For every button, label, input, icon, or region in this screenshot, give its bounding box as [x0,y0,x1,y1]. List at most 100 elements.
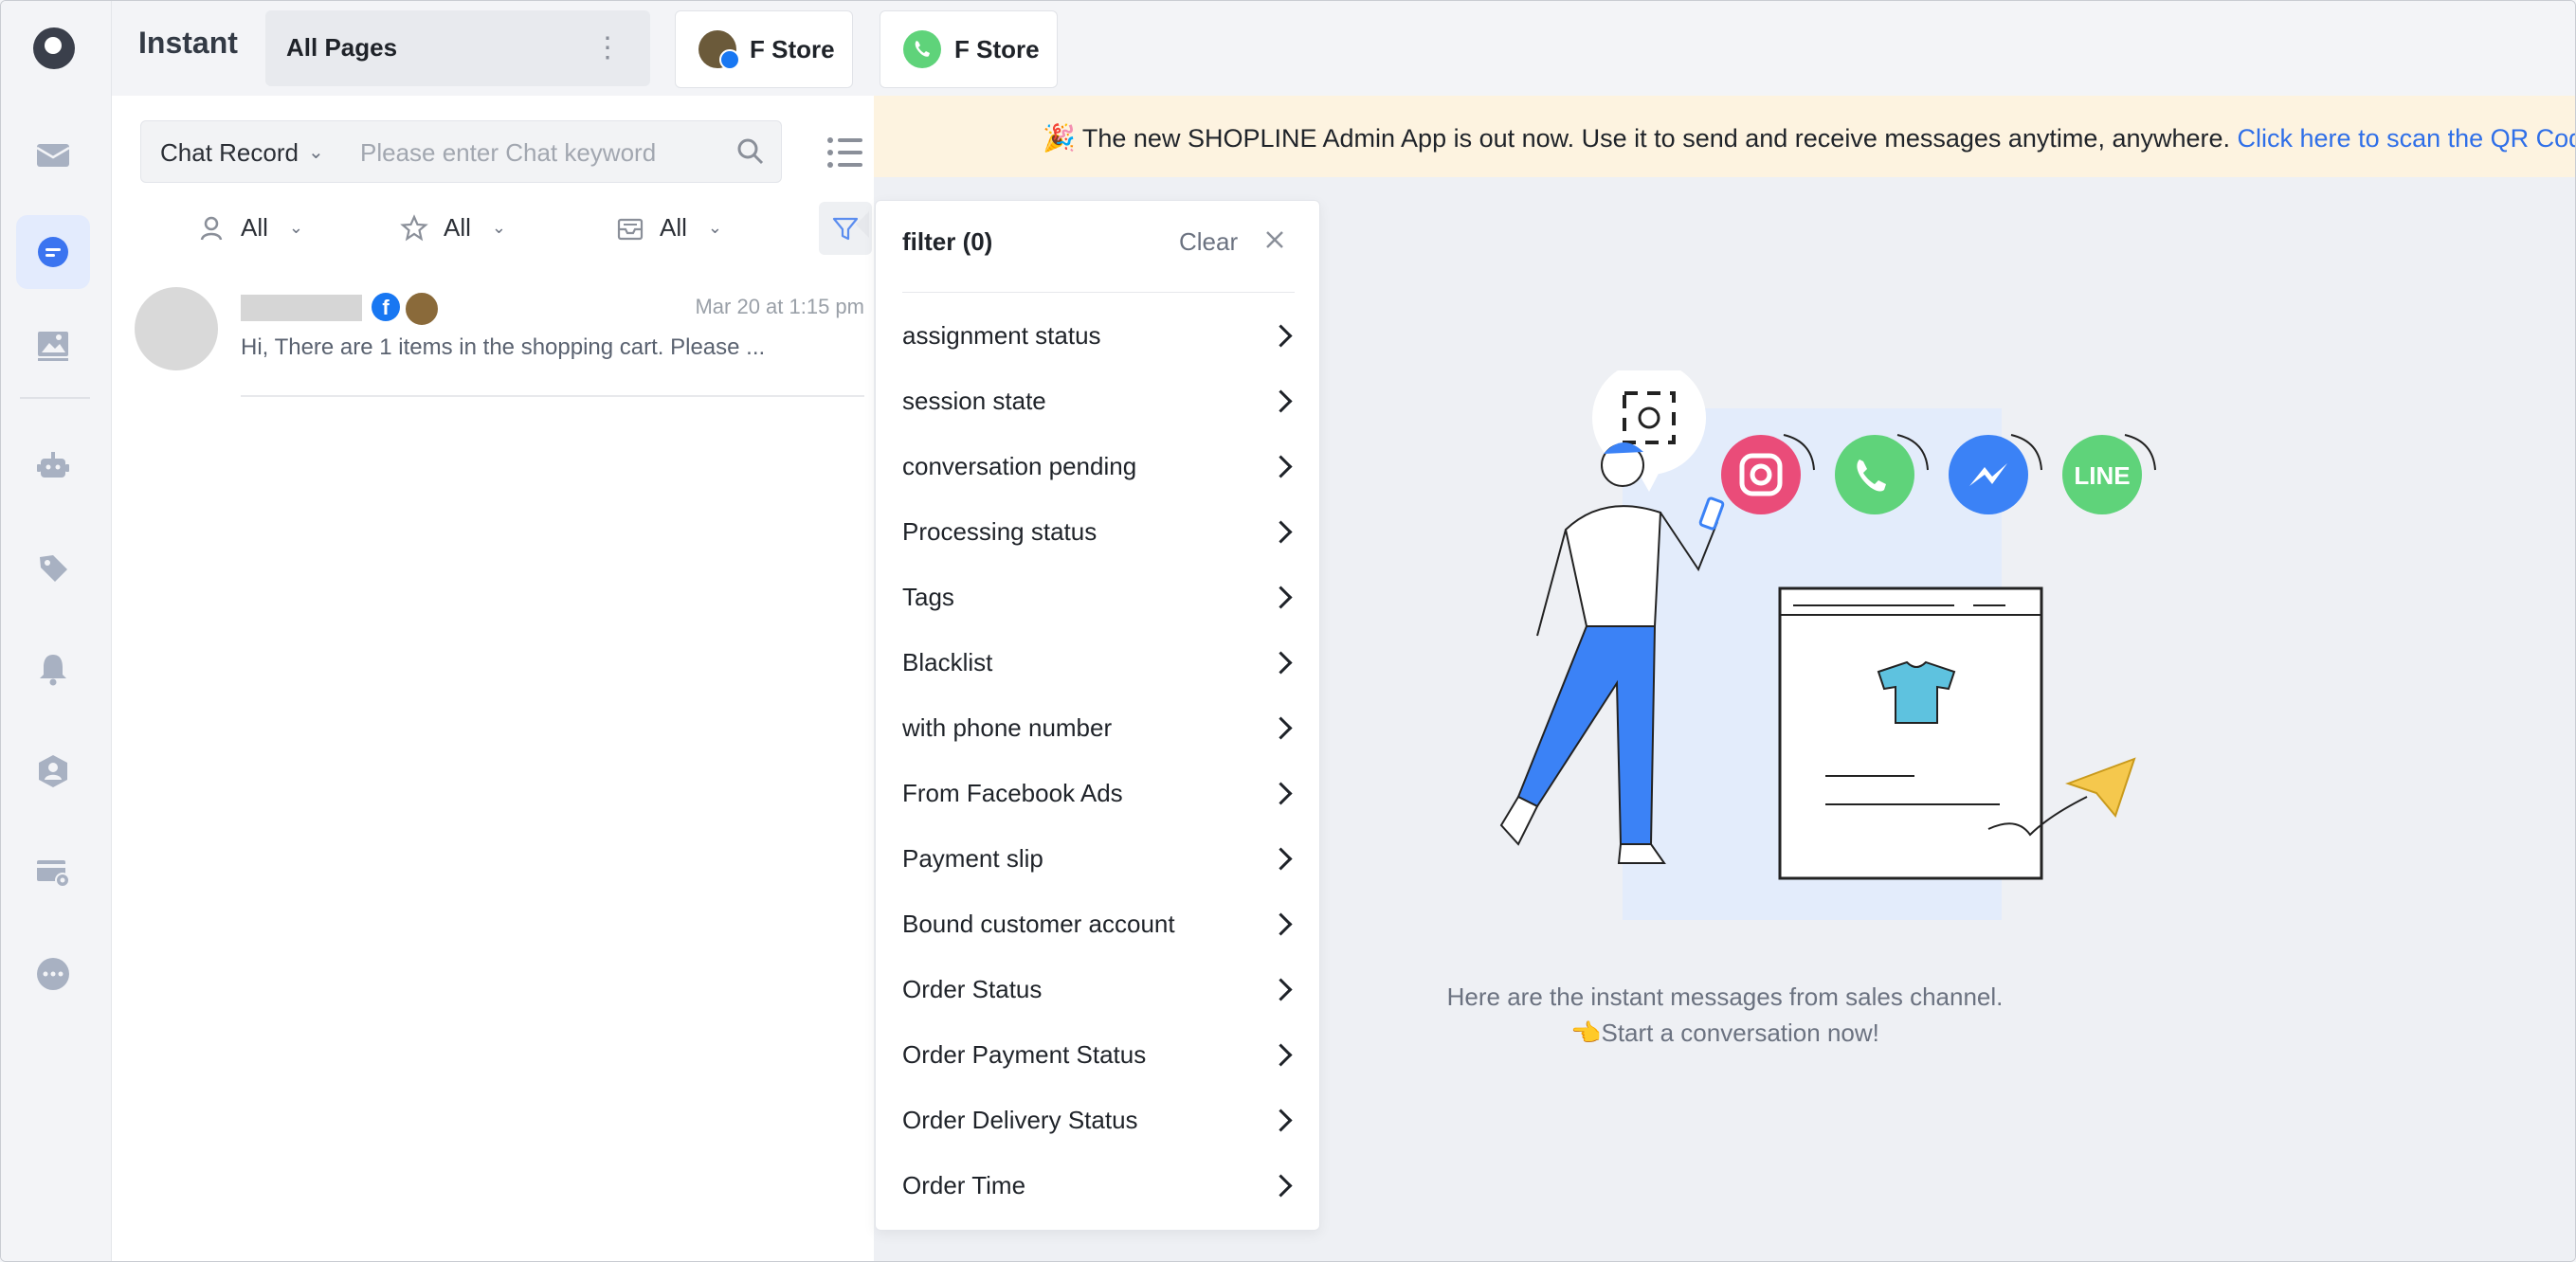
filter-item-conversation-pending[interactable]: conversation pending [902,438,1295,495]
app-logo[interactable] [33,27,75,69]
robot-icon [37,452,69,478]
line-badge: LINE [2074,461,2130,490]
sidebar-item-inbox[interactable] [16,118,90,192]
sidebar-divider [20,397,90,399]
chevron-right-icon [1269,454,1293,478]
party-popper-icon: 🎉 [1043,123,1076,153]
filter-item-order-delivery-status[interactable]: Order Delivery Status [902,1091,1295,1148]
record-type-label: Chat Record [160,138,299,167]
sidebar-item-more[interactable] [16,937,90,1011]
list-view-icon[interactable] [826,135,864,170]
store-avatar-icon [404,291,440,327]
star-filter-label: All [444,213,471,242]
image-icon [38,332,68,361]
chevron-right-icon [1269,650,1293,675]
store-tab-label: F Store [954,34,1040,63]
search-row: Chat Record ⌄ [140,120,870,183]
chevron-right-icon [1269,846,1293,871]
chevron-right-icon [1269,388,1293,413]
banner-text: The new SHOPLINE Admin App is out now. U… [1081,124,2231,153]
empty-state-line2: Start a conversation now! [1601,1019,1879,1047]
sidebar-item-settings[interactable] [16,835,90,909]
mail-icon [36,144,70,167]
chevron-right-icon [1269,911,1293,936]
contact-name-redacted [241,295,362,321]
divider [902,292,1295,293]
qr-code-link[interactable]: Click here to scan the QR Code [2238,124,2575,153]
filter-item-order-status[interactable]: Order Status [902,961,1295,1018]
filter-item-label: session state [902,386,1046,415]
page-select-label: All Pages [286,33,398,62]
filter-item-label: Blacklist [902,647,993,676]
user-icon [200,216,223,240]
filter-item-payment-slip[interactable]: Payment slip [902,830,1295,887]
filter-panel-title: filter (0) [902,227,993,256]
store-tab-facebook[interactable]: F Store [675,10,853,88]
sidebar [1,1,112,1261]
chevron-right-icon [1269,977,1293,1001]
avatar [135,287,218,370]
filter-item-label: From Facebook Ads [902,778,1123,807]
inbox-filter[interactable]: All ⌄ [616,213,722,243]
search-box [339,120,782,183]
sidebar-item-chat[interactable] [16,215,90,289]
bell-icon [40,655,66,686]
card-settings-icon [37,860,70,888]
chevron-down-icon: ⌄ [288,218,303,237]
filter-item-tags[interactable]: Tags [902,568,1295,625]
filter-item-label: conversation pending [902,451,1137,480]
search-input[interactable] [358,133,722,172]
filter-item-label: Tags [902,582,954,611]
filter-item-facebook-ads[interactable]: From Facebook Ads [902,765,1295,821]
sidebar-item-bot[interactable] [16,429,90,503]
page-select[interactable]: All Pages ⋮ [265,10,650,86]
app-title: Instant [138,26,238,60]
filter-item-label: assignment status [902,320,1101,350]
inbox-icon [617,218,644,240]
chevron-right-icon [1269,781,1293,805]
filter-item-order-time[interactable]: Order Time [902,1157,1295,1214]
inbox-filter-label: All [660,213,687,242]
search-icon[interactable] [735,136,766,167]
chevron-down-icon: ⌄ [491,218,506,237]
store-tab-whatsapp[interactable]: F Store [880,10,1058,88]
filter-item-label: Processing status [902,516,1098,546]
sidebar-item-contacts[interactable] [16,734,90,808]
filter-item-assignment-status[interactable]: assignment status [902,307,1295,364]
store-tab-label: F Store [750,34,835,63]
chevron-right-icon [1269,323,1293,348]
chevron-right-icon [1269,1108,1293,1132]
user-shield-icon [39,755,67,787]
filter-item-processing-status[interactable]: Processing status [902,503,1295,560]
star-icon [400,213,428,241]
sidebar-item-notifications[interactable] [16,632,90,706]
chevron-right-icon [1269,519,1293,544]
chevron-right-icon [1269,715,1293,740]
sidebar-item-media[interactable] [16,308,90,382]
chat-list-item[interactable]: f Mar 20 at 1:15 pm Hi, There are 1 item… [135,281,864,397]
filter-item-bound-customer[interactable]: Bound customer account [902,895,1295,952]
star-filter[interactable]: All ⌄ [400,213,506,243]
pointing-hand-icon: 👈 [1570,1019,1602,1047]
chat-time: Mar 20 at 1:15 pm [695,295,864,318]
assignee-filter[interactable]: All ⌄ [197,213,303,243]
chevron-right-icon [1269,1173,1293,1198]
close-icon[interactable] [1262,227,1287,252]
clear-filters-button[interactable]: Clear [1179,227,1238,257]
filter-item-label: Payment slip [902,843,1043,873]
record-type-select[interactable]: Chat Record ⌄ [140,120,341,183]
chevron-right-icon [1269,1042,1293,1067]
divider [241,395,864,397]
filter-item-label: Bound customer account [902,909,1175,938]
filter-item-phone-number[interactable]: with phone number [902,699,1295,756]
filter-item-label: with phone number [902,712,1113,742]
filter-item-blacklist[interactable]: Blacklist [902,634,1295,691]
sidebar-item-tags[interactable] [16,532,90,605]
tag-icon [40,555,67,582]
filter-item-session-state[interactable]: session state [902,372,1295,429]
popover-notch [856,211,869,238]
chevron-down-icon: ⌄ [308,142,324,163]
filter-item-order-payment-status[interactable]: Order Payment Status [902,1026,1295,1083]
whatsapp-icon [903,30,941,68]
messenger-icon [1949,435,2028,514]
